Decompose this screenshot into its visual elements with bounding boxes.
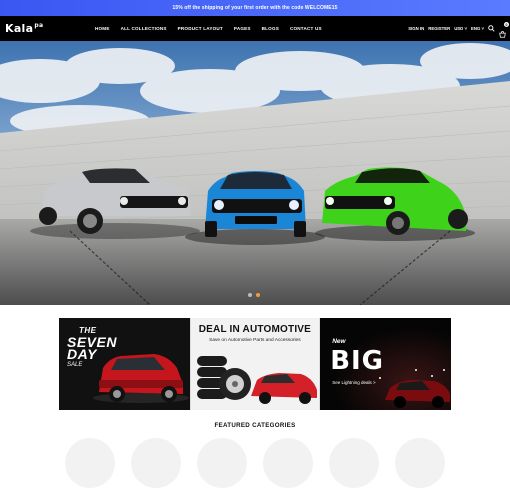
- category-circle-4[interactable]: [263, 438, 313, 488]
- language-select[interactable]: ENG ˅: [471, 26, 484, 31]
- featured-categories-title: FEATURED CATEGORIES: [214, 422, 296, 429]
- nav-home[interactable]: HOME: [95, 26, 110, 31]
- logo-sub: pa: [34, 22, 44, 30]
- slider-dot-2[interactable]: [256, 293, 260, 297]
- logo-text: Kala: [5, 22, 34, 35]
- featured-categories-list: [65, 438, 445, 488]
- search-icon[interactable]: [488, 25, 495, 32]
- banner-seven-day-sale[interactable]: THE SEVEN DAY SALE: [59, 318, 190, 410]
- category-circle-3[interactable]: [197, 438, 247, 488]
- hero-image: [0, 41, 510, 305]
- site-header: Kalapa HOME ALL COLLECTIONS PRODUCT LAYO…: [0, 16, 510, 41]
- category-circle-1[interactable]: [65, 438, 115, 488]
- cart-icon: [499, 31, 506, 38]
- red-suv-image: [93, 354, 189, 403]
- banner3-link[interactable]: See Lightning deals >: [332, 380, 375, 385]
- tires-and-car-image: [196, 356, 317, 404]
- logo[interactable]: Kalapa: [5, 22, 43, 35]
- header-right: SIGN IN REGISTER USD ˅ ENG ˅ 0: [408, 16, 509, 41]
- hero-slider[interactable]: [0, 41, 510, 305]
- announcement-bar: 15% off the shipping of your first order…: [0, 0, 510, 16]
- banner3-line2: BIG: [330, 346, 385, 376]
- sign-in-link[interactable]: SIGN IN: [408, 26, 424, 31]
- currency-value: USD: [454, 26, 464, 31]
- banner-new-big[interactable]: New BIG See Lightning deals >: [320, 318, 451, 410]
- slider-dots: [248, 293, 260, 297]
- announcement-text: 15% off the shipping of your first order…: [172, 5, 338, 11]
- promo-banners: THE SEVEN DAY SALE DEAL IN AUTOMOTIVE Sa…: [59, 318, 451, 410]
- banner3-line1: New: [332, 338, 346, 345]
- banner-deal-in-automotive[interactable]: DEAL IN AUTOMOTIVE Save on Automotive Pa…: [189, 318, 321, 410]
- cart-button[interactable]: 0: [499, 22, 509, 38]
- nav-blogs[interactable]: BLOGS: [262, 26, 279, 31]
- category-circle-6[interactable]: [395, 438, 445, 488]
- nav-all-collections[interactable]: ALL COLLECTIONS: [121, 26, 167, 31]
- currency-select[interactable]: USD ˅: [454, 26, 467, 31]
- cart-count-badge: 0: [504, 22, 509, 27]
- category-circle-5[interactable]: [329, 438, 379, 488]
- nav-pages[interactable]: PAGES: [234, 26, 251, 31]
- slider-dot-1[interactable]: [248, 293, 252, 297]
- category-circle-2[interactable]: [131, 438, 181, 488]
- nav-product-layout[interactable]: PRODUCT LAYOUT: [178, 26, 223, 31]
- main-nav: HOME ALL COLLECTIONS PRODUCT LAYOUT PAGE…: [95, 16, 322, 41]
- register-link[interactable]: REGISTER: [428, 26, 450, 31]
- nav-contact-us[interactable]: CONTACT US: [290, 26, 322, 31]
- language-value: ENG: [470, 26, 481, 31]
